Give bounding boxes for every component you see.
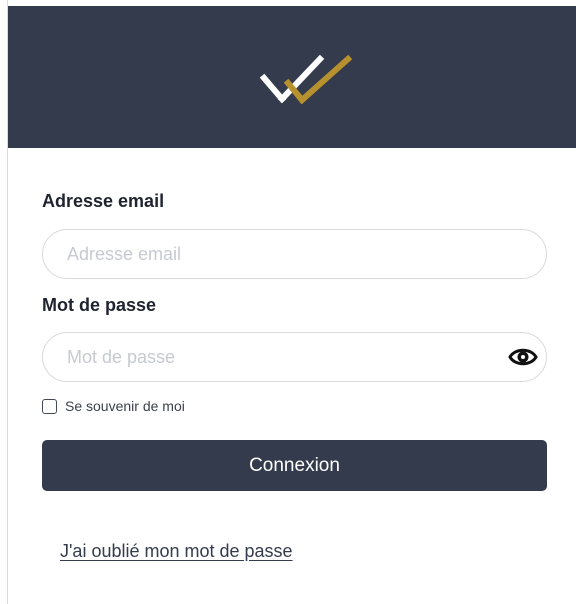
remember-me-checkbox[interactable] [42,398,57,414]
header-banner [8,6,576,148]
email-field[interactable] [42,229,547,279]
eye-icon[interactable] [508,344,538,370]
login-page: Adresse email Mot de passe Se souvenir d… [0,0,576,604]
login-button[interactable]: Connexion [42,440,547,491]
double-checkmark-logo-icon [259,54,353,105]
remember-me-toggle[interactable]: Se souvenir de moi [42,396,185,416]
remember-me-label: Se souvenir de moi [65,398,185,414]
password-label: Mot de passe [42,295,157,315]
email-label: Adresse email [42,191,165,211]
password-field[interactable] [42,332,547,382]
forgot-password-link[interactable]: J'ai oublié mon mot de passe [60,541,293,562]
